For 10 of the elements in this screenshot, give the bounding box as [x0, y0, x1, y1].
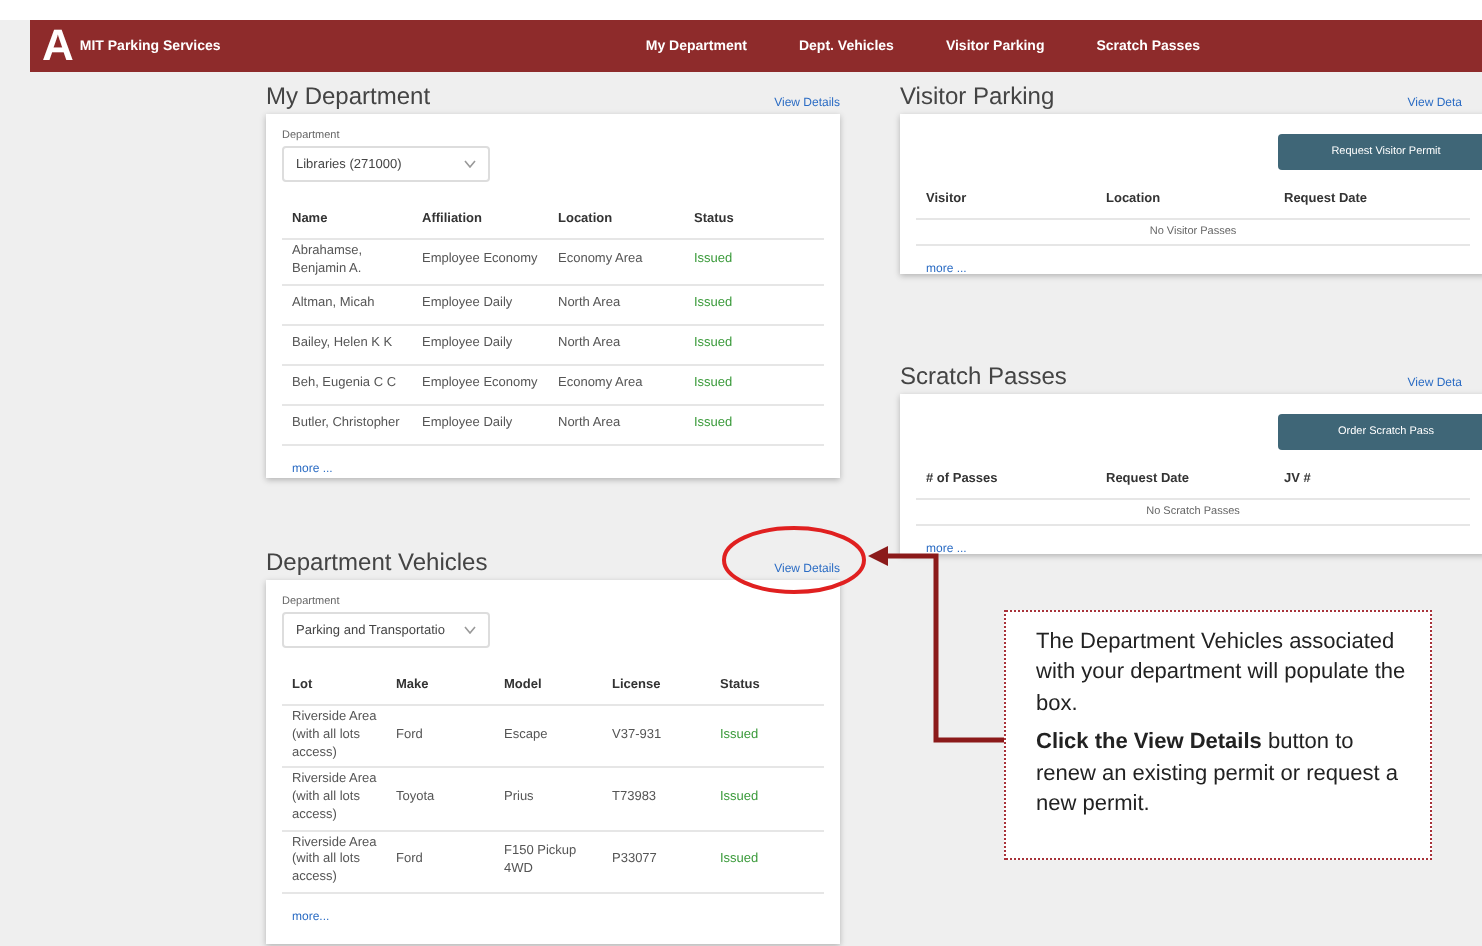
- logo[interactable]: A: [42, 24, 74, 68]
- section-title: Department Vehicles: [266, 548, 488, 576]
- section-title: My Department: [266, 82, 431, 110]
- callout-text: The Department Vehicles associated with your department will populate the box.: [1036, 628, 1408, 720]
- highlight-ellipse: [722, 526, 866, 594]
- section-title: Scratch Passes: [900, 362, 1067, 390]
- callout-text: Click the View Details button to renew an existing permit or request a new permit.: [1036, 728, 1400, 820]
- caret-icon: [464, 160, 476, 168]
- section-title: Visitor Parking: [900, 82, 1055, 110]
- caret-icon: [464, 626, 476, 634]
